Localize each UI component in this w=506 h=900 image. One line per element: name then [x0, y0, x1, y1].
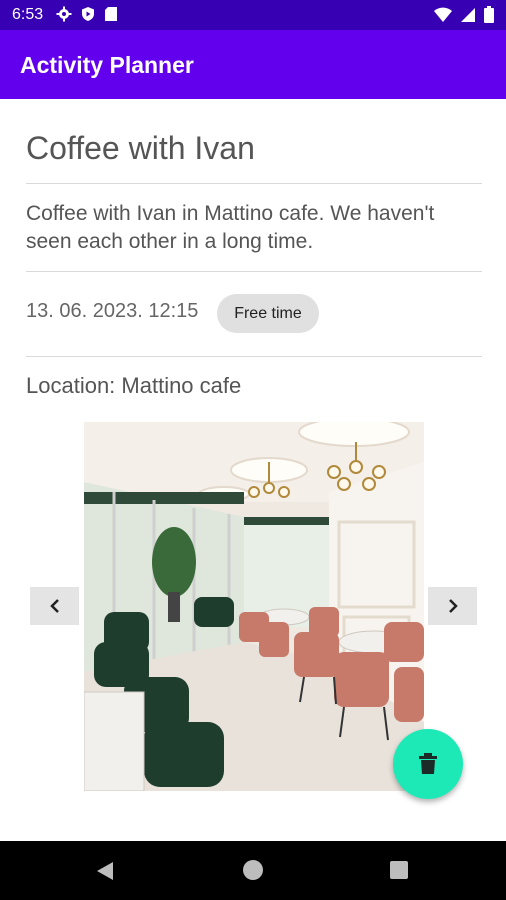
status-icons-left: [56, 6, 118, 22]
activity-detail: Coffee with Ivan Coffee with Ivan in Mat…: [0, 99, 506, 841]
previous-image-button[interactable]: [30, 587, 79, 625]
delete-fab-button[interactable]: [393, 729, 463, 799]
home-icon[interactable]: [243, 860, 263, 880]
app-title: Activity Planner: [20, 52, 194, 78]
next-image-button[interactable]: [428, 587, 477, 625]
chevron-right-icon: [448, 599, 458, 613]
status-bar: 6:53: [0, 0, 506, 30]
battery-icon: [484, 6, 494, 23]
trash-icon: [419, 753, 437, 774]
gear-icon: [56, 6, 72, 22]
back-icon[interactable]: [96, 861, 114, 881]
activity-datetime: 13. 06. 2023. 12:15: [26, 300, 199, 322]
gallery-image: [84, 422, 424, 791]
app-bar: Activity Planner: [0, 30, 506, 99]
activity-description: Coffee with Ivan in Mattino cafe. We hav…: [26, 202, 435, 253]
status-icons-right: [434, 6, 494, 23]
shield-play-icon: [82, 7, 94, 21]
signal-icon: [461, 7, 475, 22]
divider: [26, 356, 482, 357]
wifi-icon: [434, 7, 452, 22]
divider: [26, 183, 482, 184]
category-chip[interactable]: Free time: [217, 294, 319, 333]
chevron-left-icon: [49, 599, 59, 613]
divider: [26, 271, 482, 272]
system-navigation-bar: [0, 841, 506, 900]
sd-card-icon: [105, 7, 117, 21]
status-time: 6:53: [12, 6, 44, 23]
recents-icon[interactable]: [390, 861, 408, 879]
activity-location: Location: Mattino cafe: [26, 373, 242, 398]
activity-title: Coffee with Ivan: [26, 130, 255, 166]
